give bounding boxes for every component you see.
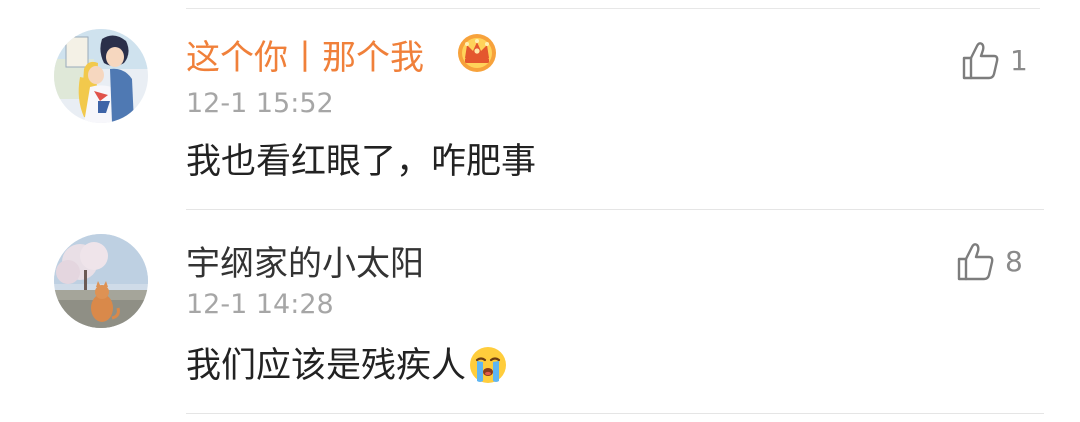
comment-divider <box>186 413 1044 414</box>
comment-time: 12-1 15:52 <box>186 88 334 119</box>
comment-text: 我也看红眼了，咋肥事 <box>186 142 537 182</box>
comment-content: 我们应该是残疾人 <box>186 344 508 388</box>
comment-text: 我们应该是残疾人 <box>186 346 467 386</box>
comment-item: 这个你丨那个我 12-1 15:52 我也看红眼了，咋肥事 1 <box>0 18 1080 210</box>
like-count: 1 <box>1010 44 1028 77</box>
comment-time: 12-1 14:28 <box>186 289 334 320</box>
comment-content: 我也看红眼了，咋肥事 <box>186 140 536 184</box>
username[interactable]: 宇纲家的小太阳 <box>186 244 424 284</box>
thumbs-up-icon <box>957 243 994 281</box>
avatar[interactable] <box>54 234 148 328</box>
crying-face-emoji <box>468 345 508 385</box>
comment-item: 宇纲家的小太阳 12-1 14:28 我们应该是残疾人 8 <box>0 213 1080 422</box>
top-divider <box>186 8 1040 9</box>
username[interactable]: 这个你丨那个我 <box>186 38 424 78</box>
like-button[interactable]: 8 <box>955 241 1023 283</box>
comment-divider <box>186 209 1044 210</box>
crown-icon <box>456 32 498 74</box>
like-button[interactable]: 1 <box>960 40 1028 82</box>
like-count: 8 <box>1005 245 1023 278</box>
thumbs-up-icon <box>962 42 999 80</box>
avatar[interactable] <box>54 29 148 123</box>
